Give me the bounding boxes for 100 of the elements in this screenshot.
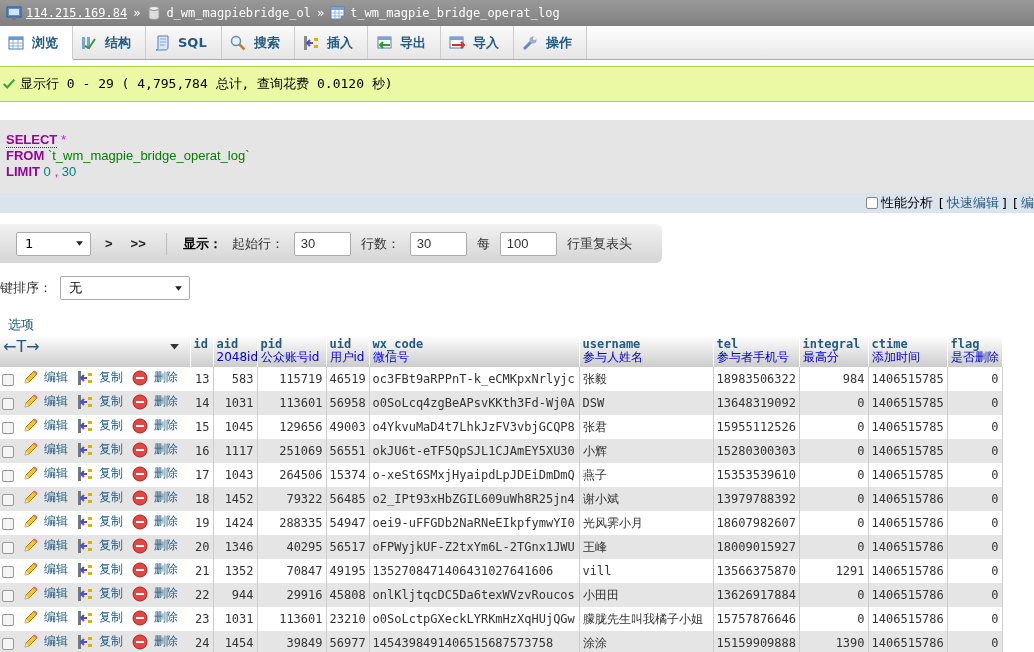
table-cell: 115719	[257, 367, 327, 391]
row-action-link[interactable]: 复制	[77, 561, 123, 579]
table-cell: 79322	[257, 487, 327, 511]
column-comment: 参与者手机号	[716, 351, 790, 364]
row-count-field[interactable]: 30	[409, 231, 467, 256]
table-cell: 13626917884	[713, 583, 800, 607]
table-cell: 40295	[257, 535, 327, 559]
table-cell: 15757876646	[713, 607, 800, 631]
row-checkbox[interactable]	[2, 565, 14, 578]
tab[interactable]: 搜索	[221, 26, 295, 59]
link[interactable]: 快速编辑	[946, 194, 999, 212]
row-checkbox[interactable]	[2, 469, 14, 482]
table-cell: 13	[190, 367, 214, 391]
last-page-button[interactable]: >>	[126, 236, 150, 251]
table-cell: 583	[213, 367, 258, 391]
row-action-link[interactable]: 复制	[77, 465, 123, 483]
column-header-link[interactable]: uid	[329, 337, 366, 351]
table-cell: 燕子	[579, 463, 714, 487]
table-cell: 15353539610	[713, 463, 800, 487]
insert-icon	[77, 537, 93, 554]
table-cell: 13566375870	[713, 559, 800, 583]
column-header-link[interactable]: ctime	[871, 337, 944, 351]
breadcrumb-link[interactable]: d_wm_magpiebridge_ol	[166, 6, 311, 20]
row-checkbox[interactable]	[2, 397, 14, 410]
table-cell: 29916	[257, 583, 327, 607]
options-link[interactable]: 选项	[8, 316, 34, 334]
checkbox-label: 性能分析	[880, 194, 933, 212]
table-cell: 18009015927	[713, 535, 800, 559]
row-checkbox[interactable]	[2, 493, 14, 506]
row-checkbox[interactable]	[2, 613, 14, 626]
table-cell: oc3FBt9aRPPnT-k_eCMKpxNrlyjc	[369, 367, 580, 391]
table-cell: 18607982607	[713, 511, 800, 535]
pencil-icon	[22, 513, 38, 530]
sort-select[interactable]: 无	[60, 276, 190, 300]
checkmark-icon	[2, 77, 16, 91]
column-header-link[interactable]: tel	[716, 337, 796, 351]
column-comment: 参与人姓名	[582, 351, 644, 364]
table-cell: 113601	[257, 607, 327, 631]
row-action-link[interactable]: 复制	[77, 513, 123, 531]
column-header-link[interactable]: username	[582, 337, 710, 351]
checkbox[interactable]	[865, 197, 878, 209]
link[interactable]: 编	[1021, 194, 1034, 212]
delete-icon	[132, 489, 148, 506]
table-cell: 1406515786	[868, 511, 948, 535]
row-checkbox[interactable]	[2, 589, 14, 602]
column-resize-handle[interactable]: ←T→	[3, 337, 40, 356]
tab[interactable]: 插入	[294, 26, 368, 59]
row-action-link[interactable]: 复制	[77, 609, 123, 627]
table-cell: 1406515786	[868, 631, 948, 652]
table-cell: 1406515785	[868, 439, 948, 463]
column-header-link[interactable]: pid	[260, 337, 323, 351]
table-cell: o-xeSt6SMxjHyaipdLpJDEiDmDmQ	[369, 463, 580, 487]
tab[interactable]: 结构	[73, 26, 146, 59]
tab[interactable]: 操作	[513, 26, 587, 59]
start-row-field[interactable]: 30	[293, 231, 351, 256]
insert-icon	[77, 633, 93, 650]
column-header-link[interactable]: integral	[802, 337, 865, 351]
repeat-header-field[interactable]: 100	[499, 231, 557, 256]
tab[interactable]: SQL	[146, 26, 222, 59]
row-checkbox[interactable]	[2, 373, 14, 386]
tab[interactable]: 导出	[367, 26, 441, 59]
table-cell: 0	[799, 583, 869, 607]
table-cell: 1424	[213, 511, 258, 535]
table-cell: 46519	[326, 367, 370, 391]
table-cell: 1406515786	[868, 559, 948, 583]
breadcrumb-link[interactable]: t_wm_magpie_bridge_operat_log	[350, 6, 560, 20]
column-header-link[interactable]: aid	[216, 337, 254, 351]
search-icon	[229, 34, 246, 51]
row-checkbox[interactable]	[2, 541, 14, 554]
insert-icon	[77, 441, 93, 458]
table-cell: 24	[190, 631, 214, 652]
row-checkbox[interactable]	[2, 445, 14, 458]
row-action-link[interactable]: 复制	[77, 417, 123, 435]
table-cell: 56551	[326, 439, 370, 463]
tab[interactable]: 导入	[440, 26, 514, 59]
row-checkbox[interactable]	[2, 637, 14, 650]
page-select[interactable]: 1	[16, 231, 91, 256]
tab[interactable]: 浏览	[0, 26, 73, 60]
table-cell: 23210	[326, 607, 370, 631]
breadcrumb-link[interactable]: 114.215.169.84	[26, 6, 128, 20]
row-checkbox[interactable]	[2, 517, 14, 530]
delete-icon	[132, 585, 148, 602]
table-cell: 56977	[326, 631, 370, 652]
column-header-link[interactable]: flag	[950, 337, 999, 351]
breadcrumb-separator: »	[316, 6, 325, 20]
table-cell: 1406515786	[868, 487, 948, 511]
pencil-icon	[22, 441, 38, 458]
table-cell: 张毅	[579, 367, 714, 391]
table-cell: 288335	[257, 511, 327, 535]
table-cell: 0	[947, 439, 1003, 463]
structure-icon	[81, 34, 97, 51]
row-action-link[interactable]: 复制	[77, 369, 123, 387]
scroll-icon	[154, 34, 170, 51]
table-cell: 0	[947, 535, 1003, 559]
next-page-button[interactable]: >	[101, 236, 117, 251]
table-cell: 0	[947, 607, 1003, 631]
row-checkbox[interactable]	[2, 421, 14, 434]
table-cell: 15374	[326, 463, 370, 487]
column-header-link[interactable]: wx_code	[372, 337, 576, 351]
insert-icon	[77, 513, 93, 530]
